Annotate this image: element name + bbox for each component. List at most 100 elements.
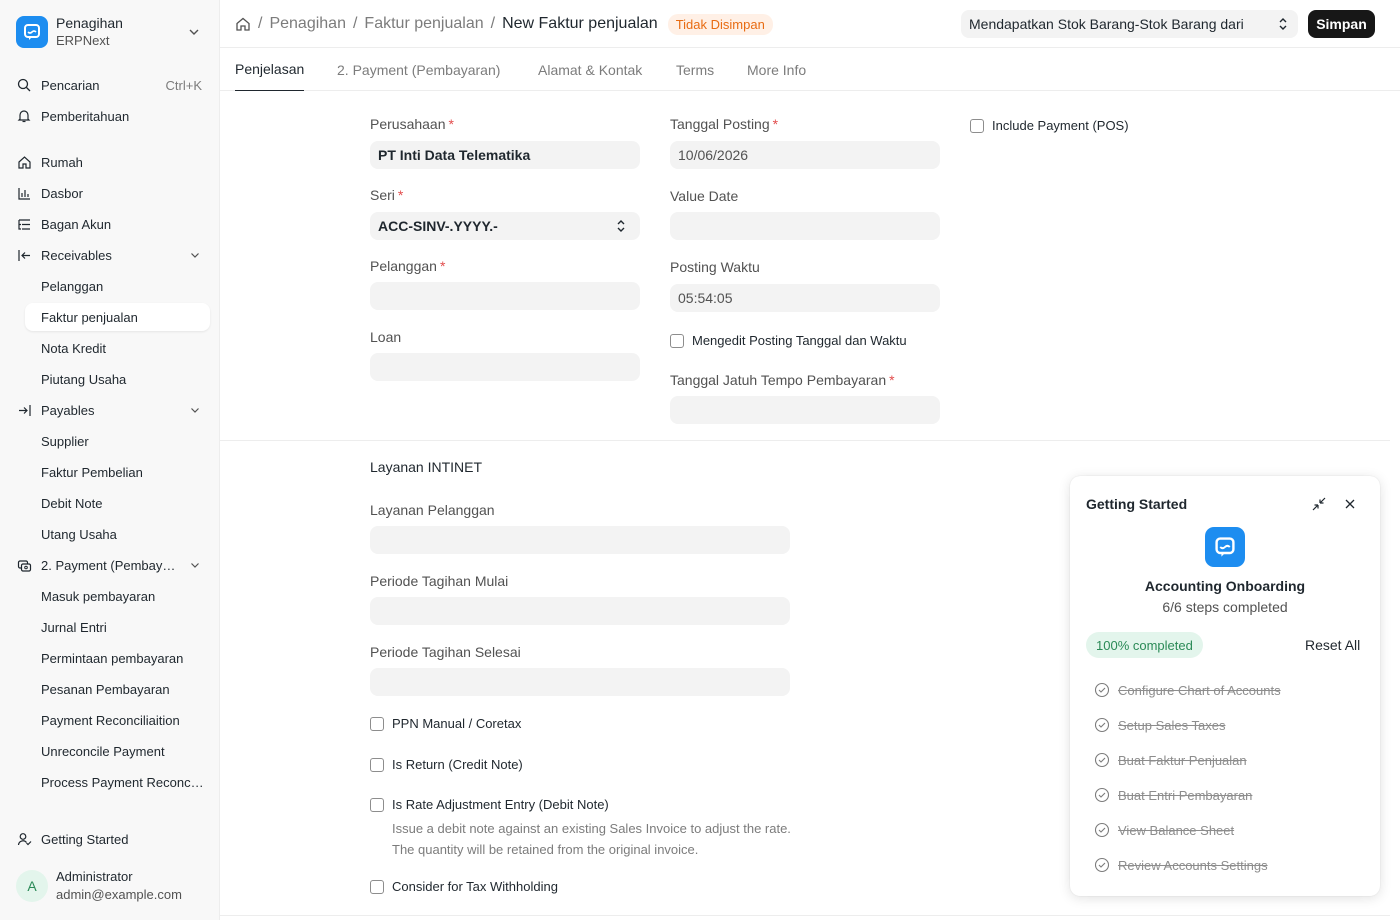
onboarding-step[interactable]: View Balance Sheet bbox=[1094, 822, 1234, 838]
company-field[interactable]: PT Inti Data Telematika bbox=[370, 141, 640, 169]
minimize-icon[interactable] bbox=[1311, 496, 1327, 512]
customer-label: Pelanggan * bbox=[370, 258, 445, 274]
sidebar-item-receivables[interactable]: Receivables bbox=[16, 241, 210, 269]
onboarding-step[interactable]: Configure Chart of Accounts bbox=[1094, 682, 1281, 698]
user-email: admin@example.com bbox=[56, 887, 182, 902]
sidebar-item-faktur-penjualan[interactable]: Faktur penjualan bbox=[25, 303, 210, 331]
app-switcher[interactable]: Penagihan ERPNext bbox=[16, 12, 206, 52]
service-customer-label: Layanan Pelanggan bbox=[370, 502, 495, 518]
sidebar-search[interactable]: Pencarian Ctrl+K bbox=[16, 71, 210, 99]
include-payment-label: Include Payment (POS) bbox=[992, 118, 1129, 133]
close-icon[interactable] bbox=[1343, 497, 1357, 511]
sidebar-item-jurnal-entri[interactable]: Jurnal Entri bbox=[25, 613, 210, 641]
onboarding-step[interactable]: Review Accounts Settings bbox=[1094, 857, 1268, 873]
sidebar-item-piutang-usaha[interactable]: Piutang Usaha bbox=[25, 365, 210, 393]
chevron-down-icon[interactable] bbox=[190, 405, 200, 415]
sidebar-item-rumah[interactable]: Rumah bbox=[16, 148, 210, 176]
loan-field[interactable] bbox=[370, 353, 640, 381]
get-items-select[interactable]: Mendapatkan Stok Barang-Stok Barang dari bbox=[961, 10, 1298, 38]
company-label: Perusahaan * bbox=[370, 116, 454, 132]
billing-end-field[interactable] bbox=[370, 668, 790, 696]
sidebar-item-masuk-pembayaran[interactable]: Masuk pembayaran bbox=[25, 582, 210, 610]
sidebar-item-bagan-akun[interactable]: Bagan Akun bbox=[16, 210, 210, 238]
breadcrumb-faktur-penjualan[interactable]: Faktur penjualan bbox=[364, 15, 483, 33]
tab-alamat-kontak[interactable]: Alamat & Kontak bbox=[538, 48, 642, 91]
checkbox-box[interactable] bbox=[370, 797, 384, 812]
sidebar-item-label: Nota Kredit bbox=[41, 340, 107, 356]
checkbox-box[interactable] bbox=[370, 879, 384, 894]
sidebar-item-debit-note[interactable]: Debit Note bbox=[25, 489, 210, 517]
tab-penjelasan[interactable]: Penjelasan bbox=[235, 48, 305, 91]
due-date-label-text: Tanggal Jatuh Tempo Pembayaran bbox=[670, 372, 887, 388]
getting-started-title: Getting Started bbox=[1086, 496, 1188, 512]
sidebar-item-label: Bagan Akun bbox=[41, 216, 112, 232]
include-payment-checkbox[interactable]: Include Payment (POS) bbox=[970, 118, 1129, 133]
check-circle-icon bbox=[1094, 822, 1110, 838]
service-customer-field[interactable] bbox=[370, 526, 790, 554]
sidebar-notifications[interactable]: Pemberitahuan bbox=[16, 102, 210, 130]
required-marker: * bbox=[889, 372, 895, 388]
avatar: A bbox=[16, 870, 48, 902]
select-updown-icon bbox=[616, 219, 626, 233]
onboarding-step[interactable]: Buat Faktur Penjualan bbox=[1094, 752, 1247, 768]
bell-icon bbox=[16, 108, 32, 124]
search-shortcut: Ctrl+K bbox=[165, 77, 202, 93]
sidebar-item-label: Dasbor bbox=[41, 185, 83, 201]
sidebar-item-payables[interactable]: Payables bbox=[16, 396, 210, 424]
sidebar-item-label: Pesanan Pembayaran bbox=[41, 681, 170, 697]
sidebar-item-payment[interactable]: 2. Payment (Pembay… bbox=[16, 551, 210, 579]
chevron-down-icon[interactable] bbox=[190, 560, 200, 570]
onboarding-step-label: View Balance Sheet bbox=[1118, 822, 1235, 838]
sidebar-item-nota-kredit[interactable]: Nota Kredit bbox=[25, 334, 210, 362]
sidebar-item-label: 2. Payment (Pembay… bbox=[41, 557, 176, 573]
checkbox-box[interactable] bbox=[370, 716, 384, 731]
sidebar-item-pesanan-pembayaran[interactable]: Pesanan Pembayaran bbox=[25, 675, 210, 703]
sidebar-item-faktur-pembelian[interactable]: Faktur Pembelian bbox=[25, 458, 210, 486]
sidebar-item-dasbor[interactable]: Dasbor bbox=[16, 179, 210, 207]
is-return-checkbox[interactable]: Is Return (Credit Note) bbox=[370, 757, 523, 772]
rate-adjustment-label: Is Rate Adjustment Entry (Debit Note) bbox=[392, 797, 609, 812]
posting-date-field[interactable]: 10/06/2026 bbox=[670, 141, 940, 169]
onboarding-steps-count: 6/6 steps completed bbox=[1162, 599, 1288, 615]
tab-payment[interactable]: 2. Payment (Pembayaran) bbox=[337, 48, 500, 91]
sidebar-item-unreconcile-payment[interactable]: Unreconcile Payment bbox=[25, 737, 210, 765]
due-date-field[interactable] bbox=[670, 396, 940, 424]
posting-time-field[interactable]: 05:54:05 bbox=[670, 284, 940, 312]
tab-more-info[interactable]: More Info bbox=[747, 48, 806, 91]
required-marker: * bbox=[772, 116, 779, 132]
rate-adjustment-checkbox[interactable]: Is Rate Adjustment Entry (Debit Note) bbox=[370, 797, 609, 812]
ppn-checkbox[interactable]: PPN Manual / Coretax bbox=[370, 716, 521, 731]
sidebar-item-supplier[interactable]: Supplier bbox=[25, 427, 210, 455]
save-button[interactable]: Simpan bbox=[1308, 10, 1375, 38]
sidebar-getting-started[interactable]: Getting Started bbox=[16, 825, 210, 853]
onboarding-step-label: Buat Faktur Penjualan bbox=[1118, 752, 1247, 768]
sidebar-item-label: Payment Reconciliaition bbox=[41, 712, 180, 728]
user-menu[interactable]: A Administrator admin@example.com bbox=[16, 866, 210, 906]
billing-start-label: Periode Tagihan Mulai bbox=[370, 573, 509, 589]
tab-terms[interactable]: Terms bbox=[676, 48, 714, 91]
chevron-down-icon[interactable] bbox=[190, 250, 200, 260]
onboarding-step-label: Buat Entri Pembayaran bbox=[1118, 787, 1253, 803]
sidebar-item-utang-usaha[interactable]: Utang Usaha bbox=[25, 520, 210, 548]
breadcrumb-penagihan[interactable]: Penagihan bbox=[269, 15, 346, 33]
sidebar-item-pelanggan[interactable]: Pelanggan bbox=[25, 272, 210, 300]
sidebar: Penagihan ERPNext Pencarian Ctrl+K Pembe… bbox=[0, 0, 220, 920]
edit-posting-checkbox[interactable]: Mengedit Posting Tanggal dan Waktu bbox=[670, 333, 907, 348]
tax-withholding-checkbox[interactable]: Consider for Tax Withholding bbox=[370, 879, 558, 894]
reset-all-button[interactable]: Reset All bbox=[1305, 637, 1360, 653]
onboarding-step[interactable]: Setup Sales Taxes bbox=[1094, 717, 1225, 733]
home-icon bbox=[16, 154, 32, 170]
checkbox-box[interactable] bbox=[370, 757, 384, 772]
sidebar-item-process-payment-reconciliation[interactable]: Process Payment Reconc… bbox=[25, 768, 210, 796]
billing-start-field[interactable] bbox=[370, 597, 790, 625]
value-date-field[interactable] bbox=[670, 212, 940, 240]
series-select[interactable]: ACC-SINV-.YYYY.- bbox=[370, 212, 640, 240]
checkbox-box[interactable] bbox=[970, 118, 984, 133]
home-icon[interactable] bbox=[235, 16, 251, 32]
sidebar-item-label: Payables bbox=[41, 402, 95, 418]
customer-field[interactable] bbox=[370, 282, 640, 310]
onboarding-step[interactable]: Buat Entri Pembayaran bbox=[1094, 787, 1252, 803]
sidebar-item-permintaan-pembayaran[interactable]: Permintaan pembayaran bbox=[25, 644, 210, 672]
sidebar-item-payment-reconciliation[interactable]: Payment Reconciliaition bbox=[25, 706, 210, 734]
checkbox-box[interactable] bbox=[670, 333, 684, 348]
